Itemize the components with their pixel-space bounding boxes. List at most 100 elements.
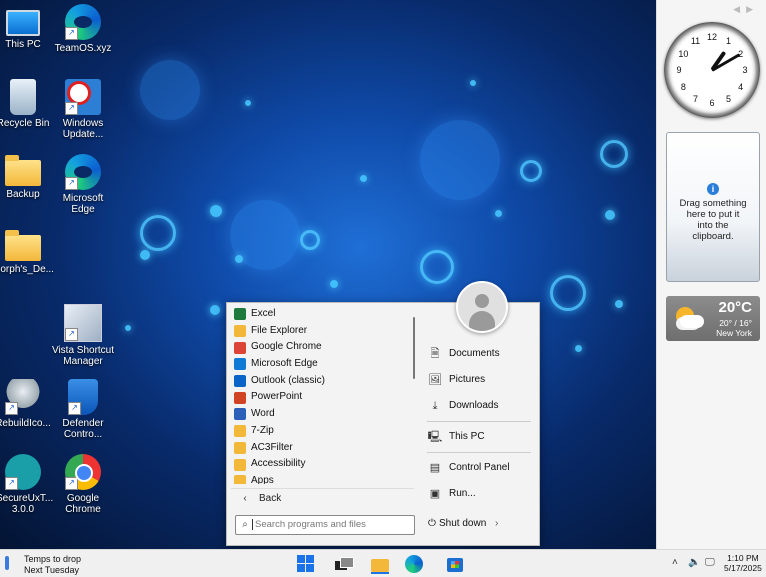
sidebar-nav-arrows[interactable]: ◀▶ bbox=[733, 4, 759, 15]
back-button[interactable]: ‹ Back bbox=[231, 488, 414, 509]
program-label: Excel bbox=[251, 308, 276, 319]
control-panel-icon: ▤ bbox=[429, 462, 441, 474]
cloud-icon bbox=[680, 315, 704, 328]
start-menu: Excel File Explorer Google Chrome Microsoft… bbox=[226, 302, 540, 546]
thermometer-icon bbox=[5, 556, 9, 570]
program-label: 7-Zip bbox=[251, 424, 274, 436]
bokeh bbox=[125, 325, 131, 331]
shutdown-label: Shut down bbox=[439, 518, 487, 529]
chrome-icon: ↗ bbox=[65, 454, 101, 490]
weather-subline: Next Tuesday bbox=[24, 565, 80, 575]
text-caret bbox=[252, 518, 253, 530]
desktop-icon-defender-control[interactable]: ↗ Defender Contro... bbox=[48, 379, 118, 440]
start-button[interactable] bbox=[295, 553, 317, 575]
place-this-pc[interactable]: 🖳 This PC bbox=[427, 424, 531, 450]
search-input[interactable]: ⌕ Search programs and files bbox=[235, 515, 415, 535]
program-icon bbox=[234, 308, 246, 321]
program-icon bbox=[234, 341, 246, 354]
search-icon: ⌕ bbox=[242, 519, 248, 530]
shortcut-arrow-icon: ↗ bbox=[5, 477, 18, 490]
place-pictures[interactable]: 🖼 Pictures bbox=[427, 367, 531, 393]
desktop-icon-microsoft-edge[interactable]: ↗ Microsoft Edge bbox=[48, 154, 118, 215]
program-label: File Explorer bbox=[251, 324, 308, 336]
bokeh bbox=[495, 210, 502, 217]
program-label: Apps bbox=[251, 474, 274, 484]
shutdown-button[interactable]: ⏻ Shut down › bbox=[425, 515, 505, 533]
computer-icon: 🖳 bbox=[427, 431, 443, 443]
weather-temperature: 20°C bbox=[718, 299, 752, 316]
chevron-up-icon[interactable]: ˄ bbox=[672, 557, 678, 568]
program-item[interactable]: PowerPoint bbox=[231, 389, 416, 406]
chevron-right-icon[interactable]: › bbox=[495, 518, 498, 529]
store-taskbar-button[interactable] bbox=[444, 553, 466, 575]
program-item[interactable]: File Explorer bbox=[231, 323, 416, 340]
place-label: Run... bbox=[449, 488, 476, 499]
bokeh bbox=[140, 215, 176, 251]
desktop-icon-teamos[interactable]: ↗ TeamOS.xyz bbox=[48, 4, 118, 54]
program-item[interactable]: Google Chrome bbox=[231, 339, 416, 356]
place-documents[interactable]: 🗎 Documents bbox=[427, 341, 531, 367]
clipboard-hint: Drag something here to put it into the c… bbox=[679, 198, 747, 242]
place-label: This PC bbox=[449, 431, 485, 442]
place-downloads[interactable]: ⤓ Downloads bbox=[427, 393, 531, 419]
program-label: Microsoft Edge bbox=[251, 358, 318, 370]
robot-icon: ↗ bbox=[5, 379, 41, 415]
bokeh bbox=[420, 250, 454, 284]
taskbar: Temps to drop Next Tuesday ˄ 🔈 🖵 1:10 PM… bbox=[0, 549, 766, 577]
back-label: Back bbox=[259, 493, 282, 504]
program-item[interactable]: AC3Filter bbox=[231, 440, 416, 457]
bokeh bbox=[575, 345, 582, 352]
desktop-icon-label: Morph's_De... bbox=[0, 264, 54, 275]
program-label: AC3Filter bbox=[251, 441, 293, 453]
desktop-icon-label: Vista Shortcut Manager bbox=[51, 345, 115, 367]
places-list: 🗎 Documents 🖼 Pictures ⤓ Downloads 🖳 This PC… bbox=[427, 341, 531, 507]
weather-gadget[interactable]: 20°C 20° / 16° New York bbox=[666, 296, 760, 341]
program-item[interactable]: Microsoft Edge bbox=[231, 356, 416, 373]
bokeh bbox=[140, 60, 200, 120]
avatar-head bbox=[475, 294, 489, 308]
network-icon[interactable]: 🖵 bbox=[705, 557, 715, 568]
edge-icon: ↗ bbox=[65, 154, 101, 190]
bokeh bbox=[330, 280, 338, 288]
desktop-icon-windows-update[interactable]: ↗ Windows Update... bbox=[48, 79, 118, 140]
bokeh bbox=[600, 140, 628, 168]
taskbar-weather[interactable]: Temps to drop Next Tuesday bbox=[24, 554, 81, 576]
program-item[interactable]: Apps bbox=[231, 473, 416, 484]
program-item[interactable]: Accessibility bbox=[231, 456, 416, 473]
desktop-icon-vista-shortcut-manager[interactable]: ↗ Vista Shortcut Manager bbox=[48, 304, 118, 367]
place-control-panel[interactable]: ▤ Control Panel bbox=[427, 455, 531, 481]
power-icon: ⏻ bbox=[428, 518, 436, 529]
program-item[interactable]: Outlook (classic) bbox=[231, 373, 416, 390]
clock-number: 8 bbox=[680, 81, 686, 92]
user-avatar[interactable] bbox=[456, 281, 508, 333]
desktop-icon-label: Windows Update... bbox=[62, 118, 104, 140]
program-icon bbox=[234, 391, 246, 404]
system-clock[interactable]: 1:10 PM 5/17/2025 bbox=[724, 553, 762, 573]
program-item[interactable]: Excel bbox=[231, 306, 416, 323]
windows-logo-pane bbox=[297, 564, 305, 572]
desktop-icon-morphs-folder[interactable]: Morph's_De... bbox=[0, 229, 58, 275]
download-icon: ⤓ bbox=[432, 400, 438, 412]
shortcut-arrow-icon: ↗ bbox=[68, 402, 81, 415]
shortcut-arrow-icon: ↗ bbox=[65, 477, 78, 490]
file-explorer-button[interactable] bbox=[368, 553, 390, 575]
desktop-icon-google-chrome[interactable]: ↗ Google Chrome bbox=[48, 454, 118, 515]
speaker-icon[interactable]: 🔈 bbox=[688, 557, 700, 568]
clock-number: 11 bbox=[690, 36, 701, 47]
desktop-icon-label: Defender Contro... bbox=[62, 418, 104, 440]
bokeh bbox=[245, 100, 251, 106]
clock-number: 9 bbox=[676, 65, 682, 75]
place-label: Pictures bbox=[449, 374, 486, 385]
edge-icon: ↗ bbox=[65, 4, 101, 40]
task-view-button[interactable] bbox=[332, 553, 354, 575]
program-item[interactable]: 7-Zip bbox=[231, 423, 416, 440]
clipboard-gadget[interactable]: i Drag something here to put it into the… bbox=[666, 132, 760, 282]
clock-gadget[interactable]: 12 1 2 3 4 5 6 7 8 9 10 11 bbox=[664, 22, 760, 118]
program-list-scrollbar[interactable] bbox=[413, 317, 415, 379]
edge-taskbar-button[interactable] bbox=[405, 555, 423, 573]
program-label: Outlook (classic) bbox=[251, 374, 325, 386]
place-run[interactable]: ▣ Run... bbox=[427, 481, 531, 507]
scalpel-icon: ↗ bbox=[5, 454, 41, 490]
program-item[interactable]: Word bbox=[231, 406, 416, 423]
divider bbox=[427, 421, 531, 422]
